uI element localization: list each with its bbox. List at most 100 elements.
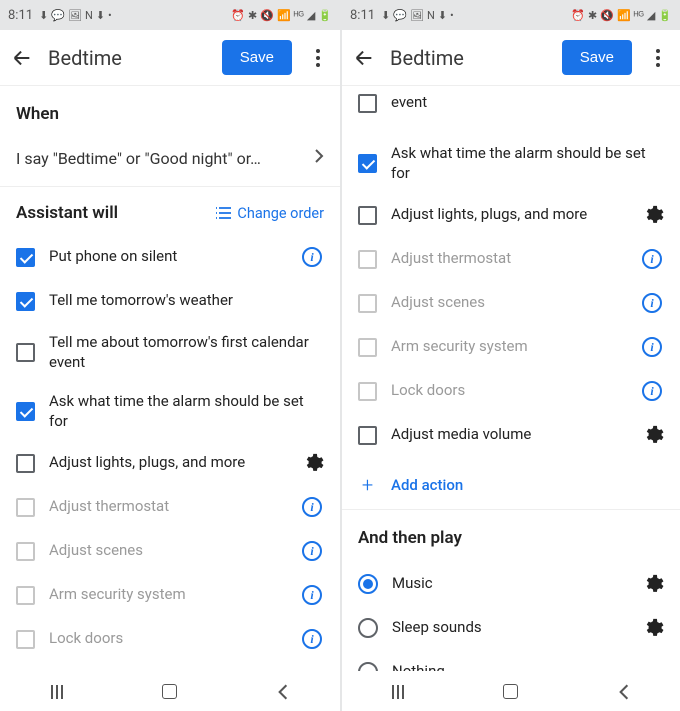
item-label: Adjust scenes [391, 293, 626, 313]
change-order-button[interactable]: Change order [215, 205, 324, 222]
list-item[interactable]: Arm security system [342, 325, 680, 369]
gear-icon[interactable] [642, 204, 664, 226]
status-icons-left: ⬇💬🖼N⬇• [381, 9, 454, 22]
checkbox[interactable] [16, 542, 35, 561]
item-label: Adjust thermostat [49, 497, 286, 517]
checkbox[interactable] [358, 294, 377, 313]
item-label: Ask what time the alarm should be set fo… [49, 392, 324, 431]
checkbox[interactable] [358, 250, 377, 269]
page-title: Bedtime [48, 46, 208, 70]
gear-icon[interactable] [642, 617, 664, 639]
checkbox[interactable] [16, 402, 35, 421]
more-menu-icon[interactable] [646, 46, 670, 70]
list-item[interactable]: Ask what time the alarm should be set fo… [0, 382, 340, 441]
back-icon[interactable] [10, 46, 34, 70]
item-label: Arm security system [49, 585, 286, 605]
more-menu-icon[interactable] [306, 46, 330, 70]
back-icon[interactable] [352, 46, 376, 70]
info-icon[interactable] [300, 245, 324, 269]
list-item[interactable]: Lock doors [342, 369, 680, 413]
gear-icon[interactable] [642, 424, 664, 446]
status-icons-right: ⏰✱🔇📶ᴴᴳ◢🔋 [231, 9, 332, 22]
gear-icon[interactable] [302, 452, 324, 474]
content-right: event Ask what time the alarm should be … [342, 86, 680, 671]
recents-button[interactable] [386, 680, 410, 704]
item-label: Tell me about tomorrow's first calendar … [49, 333, 324, 372]
list-item[interactable]: Adjust media volume [342, 413, 680, 457]
add-action-button[interactable]: + Add action [342, 461, 680, 509]
item-label: Adjust lights, plugs, and more [391, 205, 628, 225]
list-item[interactable]: Adjust scenes [0, 529, 340, 573]
list-item[interactable]: Adjust thermostat [0, 485, 340, 529]
info-icon[interactable] [640, 247, 664, 271]
info-icon[interactable] [300, 495, 324, 519]
navigation-bar [0, 671, 340, 711]
status-icons-left: ⬇💬🖼N⬇• [39, 9, 112, 22]
right-list: Ask what time the alarm should be set fo… [342, 130, 680, 461]
checkbox[interactable] [16, 586, 35, 605]
item-label: Tell me tomorrow's weather [49, 291, 324, 311]
navigation-bar [342, 671, 680, 711]
checkbox[interactable] [16, 498, 35, 517]
section-play: And then play [342, 510, 680, 558]
checkbox[interactable] [16, 630, 35, 649]
reorder-icon [215, 206, 231, 220]
checkbox[interactable] [16, 248, 35, 267]
list-item[interactable]: event [342, 86, 680, 130]
radio[interactable] [358, 662, 378, 671]
checkbox[interactable] [358, 426, 377, 445]
radio-item[interactable]: Nothing [342, 650, 680, 671]
list-item[interactable]: Adjust scenes [342, 281, 680, 325]
save-button[interactable]: Save [222, 40, 292, 75]
checkbox[interactable] [16, 454, 35, 473]
page-title: Bedtime [390, 46, 548, 70]
item-label: Lock doors [49, 629, 286, 649]
left-list: Put phone on silent Tell me tomorrow's we… [0, 231, 340, 665]
info-icon[interactable] [640, 379, 664, 403]
checkbox[interactable] [358, 382, 377, 401]
list-item[interactable]: Tell me tomorrow's weather [0, 279, 340, 323]
add-action-label: Add action [391, 476, 463, 494]
list-item[interactable]: Adjust lights, plugs, and more [342, 193, 680, 237]
info-icon[interactable] [640, 335, 664, 359]
recents-button[interactable] [45, 680, 69, 704]
section-assistant: Assistant will Change order [0, 187, 340, 231]
back-button[interactable] [271, 680, 295, 704]
item-label: Arm security system [391, 337, 626, 357]
list-item[interactable]: Adjust thermostat [342, 237, 680, 281]
home-button[interactable] [158, 680, 182, 704]
gear-icon[interactable] [642, 573, 664, 595]
item-label: Music [392, 574, 628, 594]
checkbox[interactable] [358, 94, 377, 113]
item-label: Ask what time the alarm should be set fo… [391, 144, 664, 183]
checkbox[interactable] [16, 292, 35, 311]
item-label: event [391, 93, 664, 113]
radio[interactable] [358, 618, 378, 638]
checkbox[interactable] [358, 338, 377, 357]
list-item[interactable]: Ask what time the alarm should be set fo… [342, 134, 680, 193]
radio-item[interactable]: Sleep sounds [342, 606, 680, 650]
change-order-label: Change order [237, 205, 324, 222]
save-button[interactable]: Save [562, 40, 632, 75]
item-label: Adjust scenes [49, 541, 286, 561]
radio-item[interactable]: Music [342, 562, 680, 606]
status-time: 8:11 [350, 8, 375, 23]
list-item[interactable]: Lock doors [0, 617, 340, 661]
status-icons-right: ⏰✱🔇📶ᴴᴳ◢🔋 [571, 9, 672, 22]
info-icon[interactable] [300, 627, 324, 651]
checkbox[interactable] [358, 206, 377, 225]
list-item[interactable]: Put phone on silent [0, 235, 340, 279]
radio[interactable] [358, 574, 378, 594]
list-item[interactable]: Arm security system [0, 573, 340, 617]
home-button[interactable] [499, 680, 523, 704]
content-left: When I say "Bedtime" or "Good night" or…… [0, 86, 340, 671]
back-button[interactable] [612, 680, 636, 704]
trigger-row[interactable]: I say "Bedtime" or "Good night" or… [0, 134, 340, 187]
info-icon[interactable] [300, 583, 324, 607]
checkbox[interactable] [16, 343, 35, 362]
list-item[interactable]: Tell me about tomorrow's first calendar … [0, 323, 340, 382]
list-item[interactable]: Adjust lights, plugs, and more [0, 441, 340, 485]
info-icon[interactable] [640, 291, 664, 315]
checkbox[interactable] [358, 154, 377, 173]
info-icon[interactable] [300, 539, 324, 563]
